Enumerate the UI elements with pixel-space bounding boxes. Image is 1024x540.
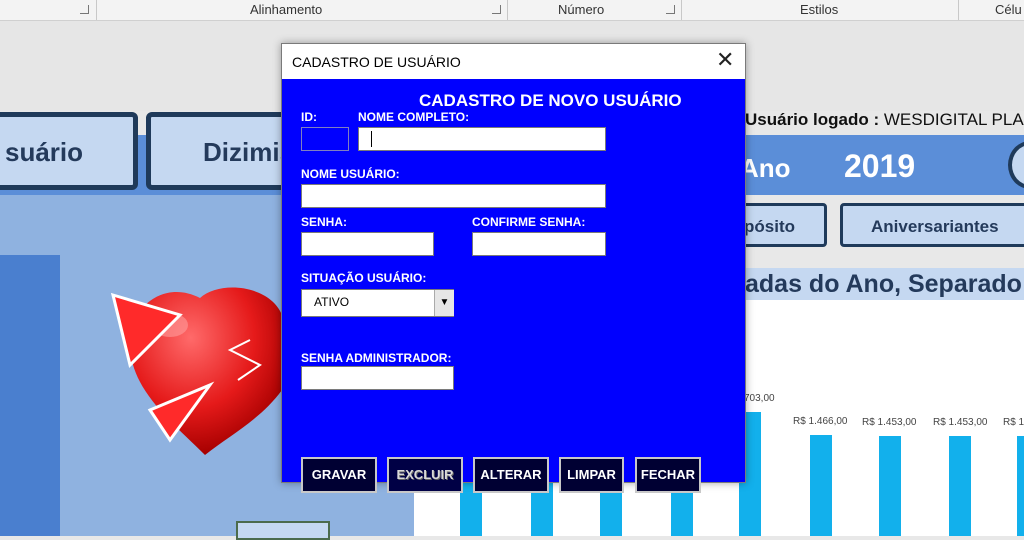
close-button[interactable]: FECHAR xyxy=(635,457,701,493)
id-label: ID: xyxy=(301,110,317,124)
sheet-shape xyxy=(236,521,330,540)
status-select-value: ATIVO xyxy=(314,295,350,309)
chart-bar xyxy=(810,435,832,536)
username-input[interactable] xyxy=(301,184,606,208)
ribbon-separator xyxy=(958,0,959,20)
ribbon-group-numero: Número xyxy=(558,2,605,17)
dialog-body: CADASTRO DE NOVO USUÁRIO ID: NOME COMPLE… xyxy=(282,79,745,493)
nav-button-usuario[interactable]: suário xyxy=(0,112,138,190)
dialog-title: CADASTRO DE USUÁRIO xyxy=(292,54,461,70)
ribbon-separator xyxy=(507,0,508,20)
edit-button[interactable]: ALTERAR xyxy=(473,457,549,493)
save-button[interactable]: GRAVAR xyxy=(301,457,377,493)
nav-button-dizimos[interactable]: Dizimis xyxy=(146,112,296,190)
full-name-label: NOME COMPLETO: xyxy=(358,110,470,124)
chart-bar xyxy=(1017,436,1024,536)
id-field[interactable] xyxy=(301,127,349,151)
username-label: NOME USUÁRIO: xyxy=(301,167,400,181)
chevron-down-icon[interactable]: ▼ xyxy=(434,290,454,316)
delete-button[interactable]: EXCLUIR xyxy=(387,457,463,493)
ribbon-group-alinhamento: Alinhamento xyxy=(250,2,323,17)
full-name-input[interactable] xyxy=(358,127,606,151)
admin-password-input[interactable] xyxy=(301,366,454,390)
tab-button-aniversariantes[interactable]: Aniversariantes xyxy=(840,203,1024,247)
logged-user-value: WESDIGITAL PLA xyxy=(883,110,1024,129)
chart-data-label: R$ 1. xyxy=(1003,417,1024,428)
chart-data-label: R$ 1.453,00 xyxy=(933,417,988,428)
text-cursor xyxy=(371,131,372,147)
password-input[interactable] xyxy=(301,232,434,256)
dialog-launcher-icon[interactable] xyxy=(492,5,501,14)
close-icon[interactable]: ✕ xyxy=(716,48,734,72)
year-value: 2019 xyxy=(844,148,916,184)
chart-data-label: R$ 1.453,00 xyxy=(862,417,917,428)
dialog-launcher-icon[interactable] xyxy=(80,5,89,14)
password-label: SENHA: xyxy=(301,215,348,229)
chart-title: adas do Ano, Separado xyxy=(745,270,1022,298)
ribbon-group-estilos: Estilos xyxy=(800,2,839,17)
chart-title-band: adas do Ano, Separado xyxy=(745,268,1024,300)
chart-bar xyxy=(879,436,901,536)
dialog-title-bar: CADASTRO DE USUÁRIO ✕ xyxy=(282,44,745,79)
confirm-password-input[interactable] xyxy=(472,232,606,256)
chart-bar xyxy=(949,436,971,536)
dashboard-left-column xyxy=(0,255,60,536)
ribbon-separator xyxy=(681,0,682,20)
tab-button-label: pósito xyxy=(744,217,795,236)
status-select[interactable]: ATIVO ▼ xyxy=(301,289,454,317)
clear-button[interactable]: LIMPAR xyxy=(559,457,624,493)
admin-password-label: SENHA ADMINISTRADOR: xyxy=(301,351,452,365)
status-label: SITUAÇÃO USUÁRIO: xyxy=(301,271,427,285)
ribbon-separator xyxy=(96,0,97,20)
logged-user-line: Usuário logado : WESDIGITAL PLA xyxy=(745,110,1024,130)
chart-data-label: R$ 1.466,00 xyxy=(793,416,848,427)
nav-button-label: suário xyxy=(5,137,84,167)
user-registration-dialog: CADASTRO DE USUÁRIO ✕ CADASTRO DE NOVO U… xyxy=(281,43,746,493)
tab-button-label: Aniversariantes xyxy=(871,217,999,236)
broken-heart-icon xyxy=(110,287,282,455)
chart-data-label: 703,00 xyxy=(744,393,775,404)
confirm-password-label: CONFIRME SENHA: xyxy=(472,215,586,229)
ribbon-group-bar: Alinhamento Número Estilos Célu xyxy=(0,0,1024,21)
logged-user-label: Usuário logado : xyxy=(745,110,880,129)
ribbon-group-celulas: Célu xyxy=(995,2,1022,17)
dialog-launcher-icon[interactable] xyxy=(666,5,675,14)
form-heading: CADASTRO DE NOVO USUÁRIO xyxy=(419,91,682,110)
year-label: Ano xyxy=(740,153,791,183)
